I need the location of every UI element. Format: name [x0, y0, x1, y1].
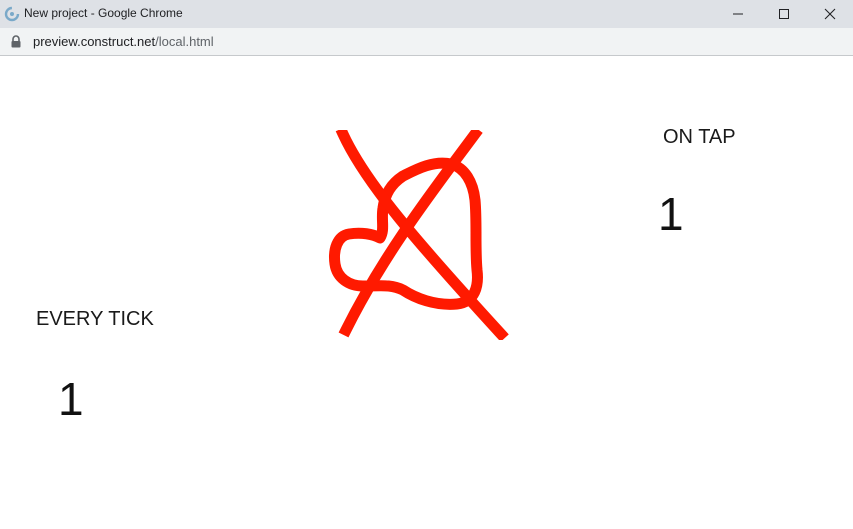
on-tap-counter: 1	[658, 188, 684, 240]
game-canvas[interactable]: ON TAP 1 EVERY TICK 1	[0, 56, 853, 529]
title-bar: New project - Google Chrome	[0, 0, 853, 28]
maximize-icon	[779, 9, 789, 19]
address-bar[interactable]: preview.construct.net/local.html	[0, 28, 853, 56]
close-icon	[824, 8, 836, 20]
construct-app-icon	[4, 6, 20, 22]
url-text[interactable]: preview.construct.net/local.html	[33, 34, 214, 49]
window-title: New project - Google Chrome	[24, 6, 183, 20]
on-tap-label: ON TAP	[663, 126, 736, 148]
every-tick-counter: 1	[58, 373, 84, 425]
close-button[interactable]	[807, 0, 853, 28]
url-path: /local.html	[155, 34, 214, 49]
every-tick-label: EVERY TICK	[36, 308, 154, 330]
minimize-button[interactable]	[715, 0, 761, 28]
muted-speaker-icon[interactable]	[305, 130, 515, 340]
lock-icon[interactable]	[10, 35, 22, 48]
browser-window: New project - Google Chrome preview.cons…	[0, 0, 853, 529]
minimize-icon	[733, 13, 743, 15]
maximize-button[interactable]	[761, 0, 807, 28]
url-host: preview.construct.net	[33, 34, 156, 49]
